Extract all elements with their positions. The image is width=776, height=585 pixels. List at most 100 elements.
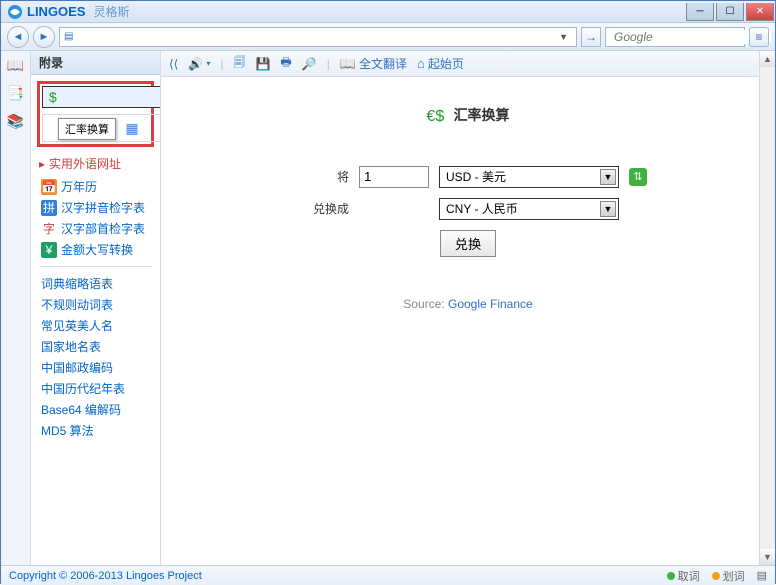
list-item[interactable]: 国家地名表 <box>31 336 160 357</box>
tb-fulltrans[interactable]: 📖全文翻译 <box>340 55 407 72</box>
copyright-text: Copyright © 2006-2013 Lingoes Project <box>9 570 202 582</box>
guide-tab-icon[interactable]: 📑 <box>6 83 26 103</box>
sidebar: 附录 $ ⚖ ☎ ◷ ▦ Ab 🖩 字 汇率换算 ▸ 实用外语网址 📅万年历 拼… <box>31 51 161 565</box>
close-button[interactable]: ✕ <box>746 3 774 21</box>
row-from: 将 USD - 美元 ▼ ⇅ <box>181 166 755 188</box>
page-title: €$ 汇率换算 <box>181 105 755 126</box>
search-input[interactable] <box>614 30 771 44</box>
convert-button[interactable]: 兑换 <box>440 230 497 257</box>
appendix-tab-icon[interactable]: 📚 <box>6 111 26 131</box>
search-box[interactable]: G 🔍 ▾ <box>605 27 745 47</box>
content-toolbar: ⟨⟨ 🔊▾ | 🗐 💾 🖶 🔎 | 📖全文翻译 ⌂起始页 <box>161 51 775 77</box>
source-link[interactable]: Google Finance <box>448 297 533 311</box>
status-label: 取词 <box>678 568 700 584</box>
main-menu-button[interactable]: ≡ <box>749 27 769 47</box>
list-item[interactable]: 中国邮政编码 <box>31 357 160 378</box>
status-scribe[interactable]: 划词 <box>712 568 745 584</box>
address-input[interactable] <box>77 30 555 44</box>
brand-cn: 灵格斯 <box>94 3 130 20</box>
address-bar[interactable]: ▤ ▼ <box>59 27 577 47</box>
list-item[interactable]: Base64 编解码 <box>31 399 160 420</box>
section-label: 实用外语网址 <box>49 155 121 172</box>
currency-from-select[interactable]: USD - 美元 ▼ <box>439 166 619 188</box>
tb-save-icon[interactable]: 💾 <box>255 57 270 71</box>
address-icon: ▤ <box>64 31 73 42</box>
go-button[interactable]: → <box>581 27 601 47</box>
sidebar-item-label: 万年历 <box>61 178 97 195</box>
sidebar-section-header[interactable]: ▸ 实用外语网址 <box>31 153 160 174</box>
sidebar-item-label: 国家地名表 <box>41 338 101 355</box>
sidebar-item-label: 汉字拼音检字表 <box>61 199 145 216</box>
scroll-up-icon[interactable]: ▲ <box>760 51 775 67</box>
dict-tab-icon[interactable]: 📖 <box>6 55 26 75</box>
dot-green-icon <box>667 572 675 580</box>
list-item[interactable]: 常见英美人名 <box>31 315 160 336</box>
list-item[interactable]: 中国历代纪年表 <box>31 378 160 399</box>
sidebar-title: 附录 <box>31 51 160 75</box>
tb-label: 全文翻译 <box>359 55 407 72</box>
sidebar-item-label: 不规则动词表 <box>41 296 113 313</box>
currency-to-select[interactable]: CNY - 人民币 ▼ <box>439 198 619 220</box>
forward-button[interactable]: ► <box>33 26 55 48</box>
sidebar-item-label: 词典缩略语表 <box>41 275 113 292</box>
calendar-icon: 📅 <box>41 179 57 195</box>
sidebar-item-label: Base64 编解码 <box>41 401 121 418</box>
tb-copy-icon[interactable]: 🗐 <box>233 53 245 74</box>
tool-tooltip: 汇率换算 <box>58 118 116 140</box>
divider <box>39 266 152 267</box>
address-dropdown-icon[interactable]: ▼ <box>555 32 572 42</box>
minimize-button[interactable]: ─ <box>686 3 714 21</box>
collapse-icon: ▸ <box>39 157 45 171</box>
maximize-button[interactable]: ☐ <box>716 3 744 21</box>
sidebar-item-calendar[interactable]: 📅万年历 <box>31 176 160 197</box>
statusbar: Copyright © 2006-2013 Lingoes Project 取词… <box>1 565 775 585</box>
select-value: CNY - 人民币 <box>446 200 518 217</box>
status-settings-icon[interactable]: ▤ <box>757 569 767 582</box>
sidebar-item-label: 金额大写转换 <box>61 241 133 258</box>
sidebar-item-radical[interactable]: 字汉字部首检字表 <box>31 218 160 239</box>
home-icon: ⌂ <box>417 56 425 71</box>
sidebar-item-label: MD5 算法 <box>41 422 94 439</box>
list-item[interactable]: 不规则动词表 <box>31 294 160 315</box>
logo-icon <box>7 4 23 20</box>
tb-find-icon[interactable]: 🔎 <box>302 57 317 71</box>
status-pick[interactable]: 取词 <box>667 568 700 584</box>
sidebar-item-label: 常见英美人名 <box>41 317 113 334</box>
label-to: 兑换成 <box>289 200 349 217</box>
tool-currency-icon[interactable]: $ <box>42 86 161 108</box>
tb-nav-back-icon[interactable]: ⟨⟨ <box>169 57 178 71</box>
sidebar-item-label: 汉字部首检字表 <box>61 220 145 237</box>
tb-label: 起始页 <box>428 55 464 72</box>
list-item[interactable]: MD5 算法 <box>31 420 160 441</box>
title-text: 汇率换算 <box>454 107 510 123</box>
titlebar: LINGOES 灵格斯 ─ ☐ ✕ <box>1 1 775 23</box>
sidebar-item-pinyin[interactable]: 拼汉字拼音检字表 <box>31 197 160 218</box>
tb-home[interactable]: ⌂起始页 <box>417 55 464 72</box>
navigation-bar: ◄ ► ▤ ▼ → G 🔍 ▾ ≡ <box>1 23 775 51</box>
chevron-down-icon: ▼ <box>600 169 616 185</box>
sidebar-item-amount[interactable]: ¥金额大写转换 <box>31 239 160 260</box>
chevron-down-icon: ▼ <box>600 201 616 217</box>
label-from: 将 <box>289 168 349 185</box>
back-button[interactable]: ◄ <box>7 26 29 48</box>
pinyin-icon: 拼 <box>41 200 57 216</box>
source-row: Source: Google Finance <box>181 297 755 311</box>
radical-icon: 字 <box>41 221 57 237</box>
scroll-down-icon[interactable]: ▼ <box>760 549 775 565</box>
currency-title-icon: €$ <box>426 108 444 125</box>
tb-print-icon[interactable]: 🖶 <box>280 53 291 74</box>
scrollbar[interactable]: ▲ ▼ <box>759 51 775 565</box>
window-controls: ─ ☐ ✕ <box>685 3 775 21</box>
sidebar-item-label: 中国历代纪年表 <box>41 380 125 397</box>
tool-grid-highlight: $ ⚖ ☎ ◷ ▦ Ab 🖩 字 汇率换算 <box>37 81 154 147</box>
tb-sound-icon[interactable]: 🔊▾ <box>188 57 210 71</box>
book-icon: 📖 <box>340 56 356 72</box>
left-icon-column: 📖 📑 📚 <box>1 51 31 565</box>
main-panel: ⟨⟨ 🔊▾ | 🗐 💾 🖶 🔎 | 📖全文翻译 ⌂起始页 €$ 汇率换算 将 U… <box>161 51 775 565</box>
sidebar-item-label: 中国邮政编码 <box>41 359 113 376</box>
amount-input[interactable] <box>359 166 429 188</box>
status-label: 划词 <box>723 568 745 584</box>
brand-text: LINGOES <box>27 4 86 19</box>
list-item[interactable]: 词典缩略语表 <box>31 273 160 294</box>
swap-button[interactable]: ⇅ <box>629 168 647 186</box>
